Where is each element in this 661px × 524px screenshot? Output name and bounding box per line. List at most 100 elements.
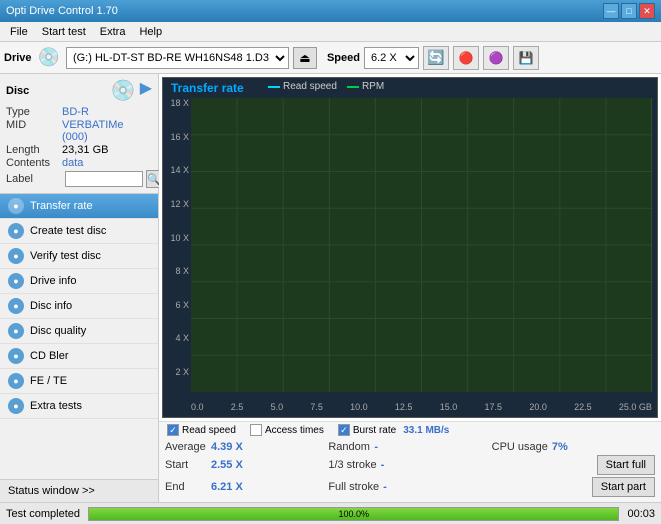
x-label-50: 5.0 (271, 402, 284, 412)
chart-grid (191, 98, 652, 392)
sidebar-item-transfer-rate[interactable]: ●Transfer rate (0, 194, 158, 219)
burst-rate-checkbox[interactable]: ✓ (338, 424, 350, 436)
toolbar: Drive 💿 (G:) HL-DT-ST BD-RE WH16NS48 1.D… (0, 42, 661, 74)
progress-bar: 100.0% (88, 507, 619, 521)
y-label-2x: 2 X (175, 367, 189, 377)
minimize-button[interactable]: — (603, 3, 619, 19)
cd-bler-label: CD Bler (30, 350, 69, 362)
checkbox-burst-rate[interactable]: ✓ Burst rate 33.1 MB/s (338, 424, 450, 436)
access-times-checkbox[interactable] (250, 424, 262, 436)
status-text: Test completed (6, 508, 80, 520)
refresh-button[interactable]: 🔄 (423, 46, 449, 70)
disc-image-icon: 💿 (111, 78, 136, 103)
x-label-225: 22.5 (574, 402, 592, 412)
progress-text: 100.0% (89, 508, 618, 520)
stat-full-stroke: Full stroke - (328, 481, 491, 493)
x-label-250: 25.0 GB (619, 402, 652, 412)
one-third-stroke-label: 1/3 stroke (328, 459, 376, 471)
one-third-stroke-value: - (381, 459, 419, 471)
y-label-6x: 6 X (175, 300, 189, 310)
eject-button[interactable]: ⏏ (293, 47, 317, 69)
x-label-125: 12.5 (395, 402, 413, 412)
save-button[interactable]: 💾 (513, 46, 539, 70)
mid-value: VERBATIMe (000) (62, 119, 152, 143)
menu-file[interactable]: File (4, 24, 34, 40)
end-label: End (165, 481, 207, 493)
disc-quality-label: Disc quality (30, 325, 86, 337)
checkbox-read-speed[interactable]: ✓ Read speed (167, 424, 236, 436)
app-title: Opti Drive Control 1.70 (6, 5, 118, 17)
speed-label: Speed (327, 52, 360, 64)
disc-contents-row: Contents data (6, 157, 152, 169)
read-speed-legend-label: Read speed (283, 81, 337, 92)
start-part-container: Start part (492, 477, 655, 497)
sidebar-item-verify-test-disc[interactable]: ●Verify test disc (0, 244, 158, 269)
sidebar-item-drive-info[interactable]: ●Drive info (0, 269, 158, 294)
x-label-175: 17.5 (485, 402, 503, 412)
checkbox-access-times[interactable]: Access times (250, 424, 324, 436)
disc-mid-row: MID VERBATIMe (000) (6, 119, 152, 143)
speed-select[interactable]: 6.2 X (364, 47, 419, 69)
extra-tests-label: Extra tests (30, 400, 82, 412)
disc-label: Disc (6, 85, 29, 97)
stat-end: End 6.21 X (165, 481, 328, 493)
close-button[interactable]: ✕ (639, 3, 655, 19)
disc-arrow-icon[interactable]: ▶ (140, 78, 152, 103)
full-stroke-value: - (383, 481, 421, 493)
sidebar-item-fe-te[interactable]: ●FE / TE (0, 369, 158, 394)
drive-label: Drive (4, 52, 32, 64)
menu-help[interactable]: Help (133, 24, 168, 40)
sidebar-item-create-test-disc[interactable]: ●Create test disc (0, 219, 158, 244)
stat-random: Random - (328, 441, 491, 453)
disc-info-label: Disc info (30, 300, 72, 312)
stats-row-2: Start 2.55 X 1/3 stroke - Start full (165, 455, 655, 475)
sidebar-item-disc-info[interactable]: ●Disc info (0, 294, 158, 319)
label-input[interactable] (65, 171, 143, 187)
stats-row-3: End 6.21 X Full stroke - Start part (165, 477, 655, 497)
burst-rate-checkbox-label: Burst rate (353, 425, 396, 436)
drive-select[interactable]: (G:) HL-DT-ST BD-RE WH16NS48 1.D3 (66, 47, 289, 69)
chart-title: Transfer rate (171, 81, 244, 95)
disc-label-row: Label 🔍 (6, 170, 152, 188)
length-key: Length (6, 144, 62, 156)
chart-checkboxes: ✓ Read speed Access times ✓ Burst rate 3… (159, 421, 661, 438)
end-value: 6.21 X (211, 481, 249, 493)
disc-panel: Disc 💿 ▶ Type BD-R MID VERBATIMe (000) L… (0, 74, 158, 194)
create-test-disc-icon: ● (8, 223, 24, 239)
y-label-8x: 8 X (175, 266, 189, 276)
average-label: Average (165, 441, 207, 453)
pink-circle-button[interactable]: 🟣 (483, 46, 509, 70)
sidebar-item-disc-quality[interactable]: ●Disc quality (0, 319, 158, 344)
read-speed-checkbox[interactable]: ✓ (167, 424, 179, 436)
stats-row-1: Average 4.39 X Random - CPU usage 7% (165, 441, 655, 453)
x-axis: 0.0 2.5 5.0 7.5 10.0 12.5 15.0 17.5 20.0… (191, 402, 652, 412)
y-label-10x: 10 X (170, 233, 189, 243)
window-controls: — □ ✕ (603, 3, 655, 19)
menu-bar: File Start test Extra Help (0, 22, 661, 42)
rpm-legend-label: RPM (362, 81, 384, 92)
x-label-0: 0.0 (191, 402, 204, 412)
red-circle-button[interactable]: 🔴 (453, 46, 479, 70)
access-times-checkbox-label: Access times (265, 425, 324, 436)
disc-type-row: Type BD-R (6, 106, 152, 118)
stat-average: Average 4.39 X (165, 441, 328, 453)
menu-extra[interactable]: Extra (94, 24, 132, 40)
cpu-label: CPU usage (492, 441, 548, 453)
fe-te-label: FE / TE (30, 375, 67, 387)
transfer-rate-label: Transfer rate (30, 200, 93, 212)
sidebar-item-extra-tests[interactable]: ● Extra tests (0, 394, 158, 419)
x-label-150: 15.0 (440, 402, 458, 412)
menu-start-test[interactable]: Start test (36, 24, 92, 40)
label-key: Label (6, 173, 62, 185)
drive-icon: 💿 (38, 47, 60, 68)
sidebar-item-cd-bler[interactable]: ●CD Bler (0, 344, 158, 369)
x-label-200: 20.0 (529, 402, 547, 412)
legend-read-speed: Read speed (268, 81, 337, 92)
start-full-button[interactable]: Start full (597, 455, 655, 475)
maximize-button[interactable]: □ (621, 3, 637, 19)
x-label-75: 7.5 (310, 402, 323, 412)
status-window-button[interactable]: Status window >> (0, 479, 158, 502)
extra-tests-icon: ● (8, 398, 24, 414)
start-part-button[interactable]: Start part (592, 477, 655, 497)
type-key: Type (6, 106, 62, 118)
